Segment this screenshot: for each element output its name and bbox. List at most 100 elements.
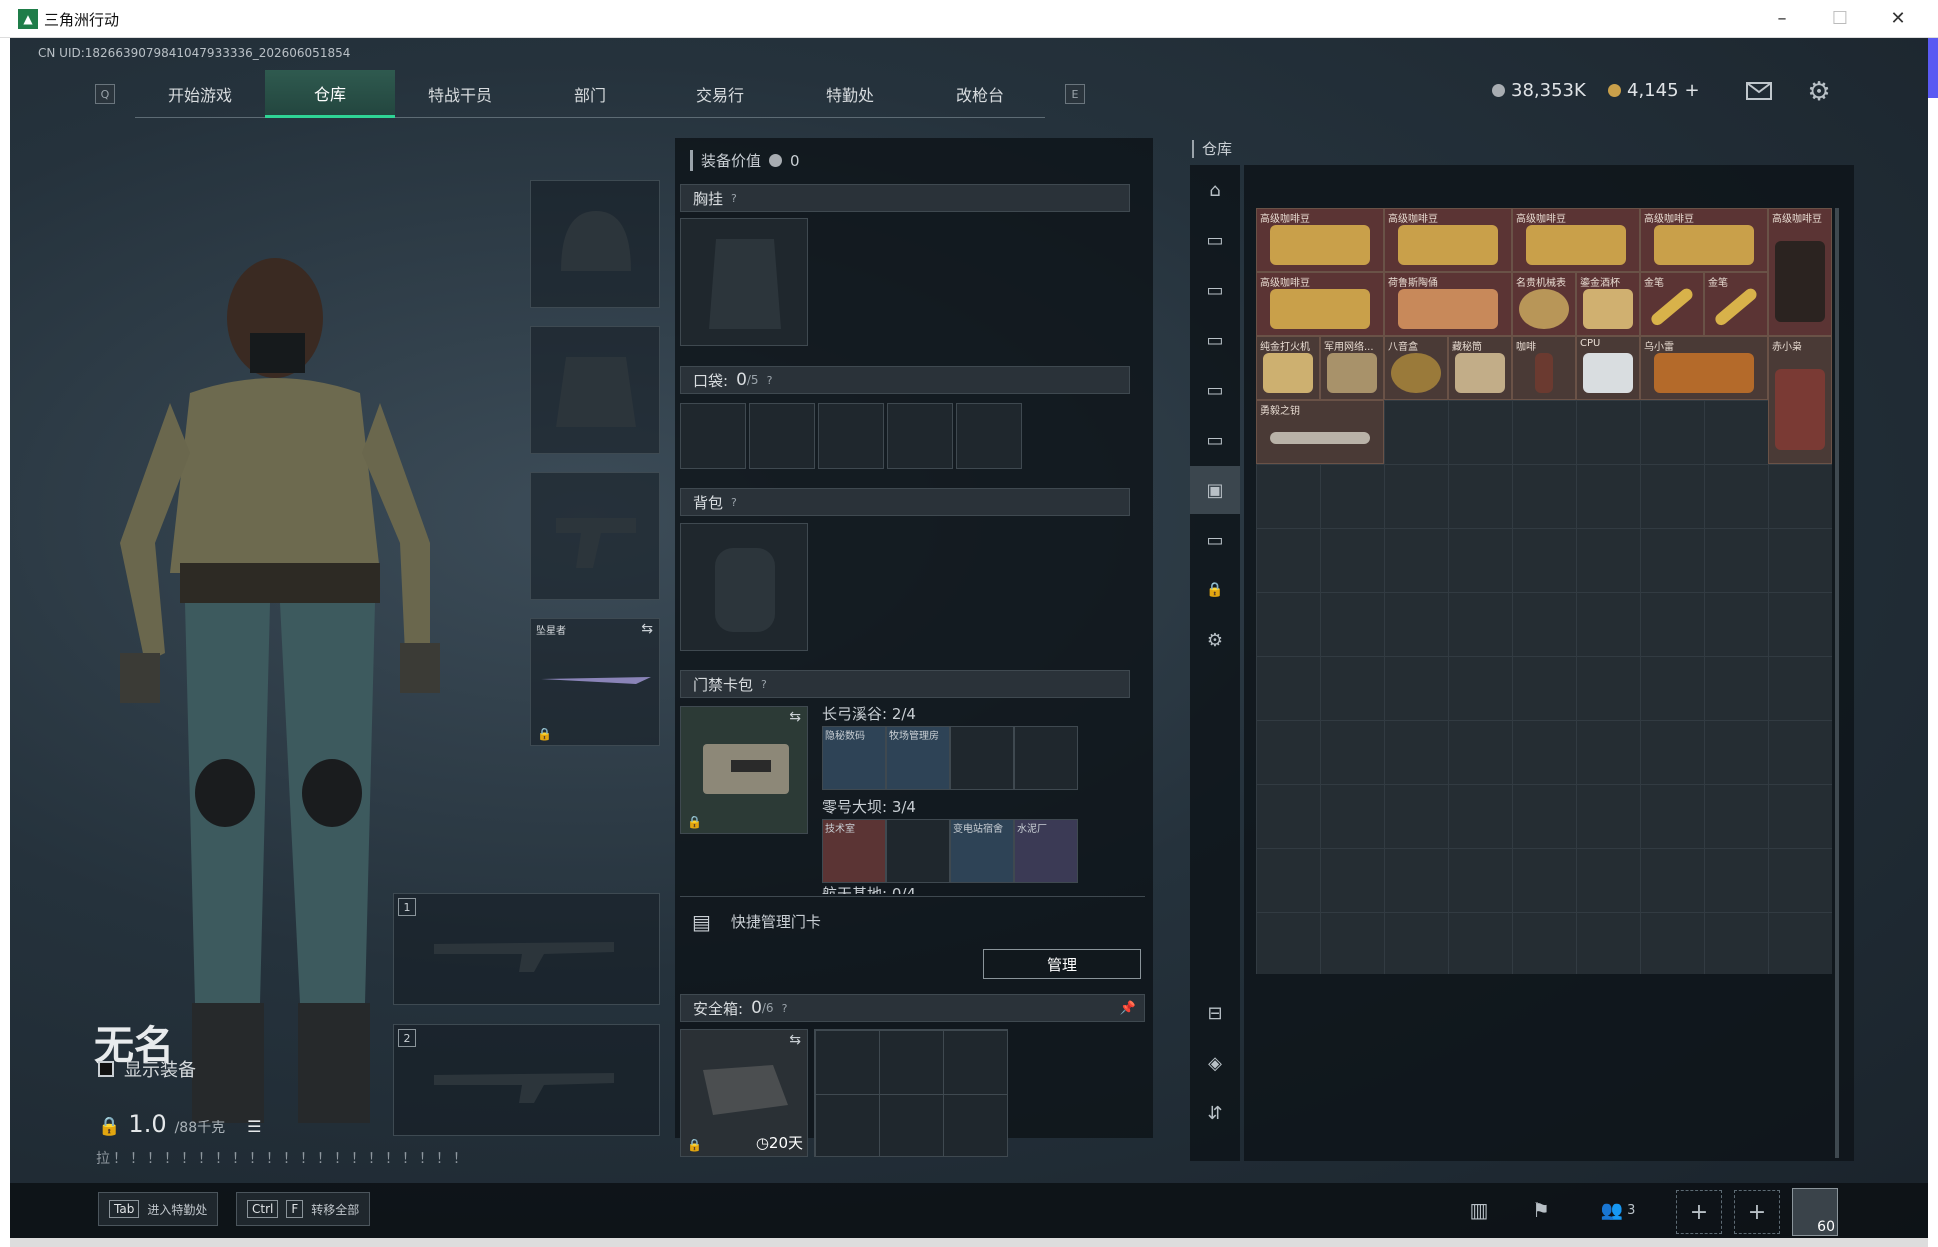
primary-weapon-slot[interactable]: 1 <box>393 893 660 1005</box>
help-icon[interactable]: ? <box>731 496 737 509</box>
nav-prev-key[interactable]: Q <box>95 84 115 104</box>
transfer-all-button[interactable]: Ctrl F 转移全部 <box>236 1192 371 1226</box>
tab-department[interactable]: 部门 <box>525 70 655 118</box>
keycard-empty-slot[interactable] <box>1014 726 1078 790</box>
warehouse-item[interactable]: 高级咖啡豆 <box>1256 272 1384 336</box>
show-equipment-checkbox[interactable] <box>98 1061 114 1077</box>
tab-trade[interactable]: 交易行 <box>655 70 785 118</box>
minimize-button[interactable]: – <box>1762 4 1802 32</box>
keycard-item[interactable]: 牧场管理房 <box>886 726 950 790</box>
warehouse-item[interactable]: 荷鲁斯陶俑 <box>1384 272 1512 336</box>
transfer-icon[interactable]: ⇵ <box>1200 1098 1230 1128</box>
warehouse-item[interactable]: 鎏金酒杯 <box>1576 272 1640 336</box>
show-equipment-toggle[interactable]: 显示装备 <box>98 1056 196 1082</box>
warehouse-tab-7-icon[interactable]: ▭ <box>1200 525 1230 555</box>
warehouse-item[interactable]: 军用网络... <box>1320 336 1384 400</box>
armor-slot[interactable] <box>530 326 660 454</box>
helmet-slot[interactable] <box>530 180 660 308</box>
close-button[interactable]: ✕ <box>1878 4 1918 32</box>
player-avatar[interactable]: 60 <box>1792 1188 1838 1236</box>
warehouse-item[interactable]: 高级咖啡豆 <box>1384 208 1512 272</box>
warehouse-item[interactable]: 纯金打火机 <box>1256 336 1320 400</box>
sort-icon[interactable]: ⊟ <box>1200 998 1230 1028</box>
warehouse-item[interactable]: 金笔 <box>1704 272 1768 336</box>
add-squad-slot[interactable]: + <box>1676 1190 1722 1234</box>
help-icon[interactable]: ? <box>782 1002 788 1015</box>
pocket-slot[interactable] <box>680 403 746 469</box>
tab-warehouse[interactable]: 仓库 <box>265 70 395 118</box>
pistol-slot[interactable] <box>530 472 660 600</box>
warehouse-tab-3-icon[interactable]: ▭ <box>1200 325 1230 355</box>
keycard-item[interactable]: 变电站宿舍 <box>950 819 1014 883</box>
manage-button[interactable]: 管理 <box>983 949 1141 979</box>
tab-operators[interactable]: 特战干员 <box>395 70 525 118</box>
swap-icon[interactable]: ⇆ <box>789 1032 801 1048</box>
warehouse-tab-4-icon[interactable]: ▭ <box>1200 375 1230 405</box>
warehouse-item[interactable]: 乌小雷 <box>1640 336 1768 400</box>
warehouse-item[interactable]: 勇毅之钥 <box>1256 400 1384 464</box>
help-icon[interactable]: ? <box>731 192 737 205</box>
gold-currency: 4,145 + <box>1608 80 1700 101</box>
friends-button[interactable]: 👥 3 <box>1596 1195 1640 1225</box>
warehouse-item[interactable]: 高级咖啡豆 <box>1640 208 1768 272</box>
keycard-item[interactable]: 水泥厂 <box>1014 819 1078 883</box>
safe-box-header: 安全箱: 0 /6 ? 📌 <box>680 994 1145 1022</box>
locked-tab-icon[interactable]: 🔒 <box>1200 575 1230 605</box>
swap-icon[interactable]: ⇆ <box>789 709 801 725</box>
warehouse-item[interactable]: 金笔 <box>1640 272 1704 336</box>
keycard-item[interactable]: 隐秘数码 <box>822 726 886 790</box>
keycard-manage-icon: ▤ <box>692 909 711 934</box>
enter-special-ops-button[interactable]: Tab 进入特勤处 <box>98 1192 219 1226</box>
warehouse-settings-icon[interactable]: ⚙ <box>1200 625 1230 655</box>
mail-icon[interactable] <box>1744 80 1774 102</box>
warehouse-tab-6-icon[interactable]: ▣ <box>1190 466 1240 514</box>
melee-slot[interactable]: 坠星者 ⇆ 🔒 <box>530 618 660 746</box>
warehouse-tab-1-icon[interactable]: ▭ <box>1200 225 1230 255</box>
warehouse-item[interactable]: 名贵机械表 <box>1512 272 1576 336</box>
add-currency-button[interactable]: + <box>1685 80 1700 101</box>
warehouse-item[interactable]: CPU <box>1576 336 1640 400</box>
warehouse-item[interactable]: 高级咖啡豆 <box>1256 208 1384 272</box>
window-title: 三角洲行动 <box>44 11 120 29</box>
secondary-weapon-slot[interactable]: 2 <box>393 1024 660 1136</box>
keycard-empty-slot[interactable] <box>886 819 950 883</box>
warehouse-item[interactable]: 八音盒 <box>1384 336 1448 400</box>
stats-icon[interactable]: ▥ <box>1464 1195 1494 1225</box>
warehouse-tab-5-icon[interactable]: ▭ <box>1200 425 1230 455</box>
player-uid: CN UID:1826639079841047933336_2026060518… <box>38 46 351 60</box>
settings-gear-icon[interactable]: ⚙ <box>1805 77 1833 107</box>
pocket-slot[interactable] <box>887 403 953 469</box>
pocket-slot[interactable] <box>749 403 815 469</box>
nav-next-key[interactable]: E <box>1065 84 1085 104</box>
tab-gunsmith[interactable]: 改枪台 <box>915 70 1045 118</box>
pocket-slot[interactable] <box>818 403 884 469</box>
layers-icon[interactable]: ◈ <box>1200 1048 1230 1078</box>
warehouse-tab-2-icon[interactable]: ▭ <box>1200 275 1230 305</box>
pocket-slot[interactable] <box>956 403 1022 469</box>
tab-special-ops[interactable]: 特勤处 <box>785 70 915 118</box>
safe-box-grid[interactable] <box>814 1029 1008 1157</box>
keycard-empty-slot[interactable] <box>950 726 1014 790</box>
list-icon[interactable]: ☰ <box>247 1117 261 1136</box>
warehouse-item[interactable]: 赤小枭 <box>1768 336 1832 464</box>
keycard-item[interactable]: 技术室 <box>822 819 886 883</box>
warehouse-item[interactable]: 高级咖啡豆 <box>1512 208 1640 272</box>
chest-rig-slot[interactable] <box>680 218 808 346</box>
swap-icon[interactable]: ⇆ <box>641 621 653 637</box>
maximize-button[interactable]: ☐ <box>1820 4 1860 32</box>
safe-box-slot[interactable]: ⇆ 🔒 ◷20天 <box>680 1029 808 1157</box>
backpack-slot[interactable] <box>680 523 808 651</box>
pin-icon[interactable]: 📌 <box>1120 1001 1136 1016</box>
flag-icon[interactable]: ⚑ <box>1526 1195 1556 1225</box>
help-icon[interactable]: ? <box>767 374 773 387</box>
lock-icon: 🔒 <box>687 1138 702 1152</box>
warehouse-item[interactable]: 藏秘筒 <box>1448 336 1512 400</box>
warehouse-item[interactable]: 咖啡 <box>1512 336 1576 400</box>
warehouse-scrollbar[interactable] <box>1835 208 1839 1158</box>
keycard-case-slot[interactable]: ⇆ 🔒 <box>680 706 808 834</box>
warehouse-all-icon[interactable]: ⌂ <box>1200 175 1230 205</box>
help-icon[interactable]: ? <box>761 678 767 691</box>
warehouse-item[interactable]: 高级咖啡豆 <box>1768 208 1832 336</box>
add-squad-slot[interactable]: + <box>1734 1190 1780 1234</box>
tab-start-game[interactable]: 开始游戏 <box>135 70 265 118</box>
